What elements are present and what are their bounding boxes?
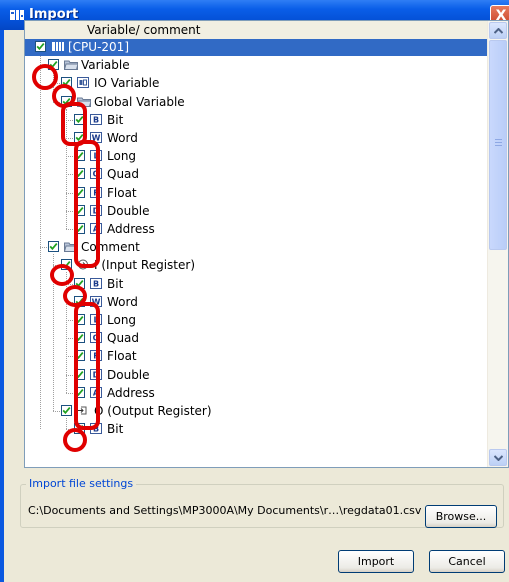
node-label: Double xyxy=(107,204,150,218)
io-variable-icon xyxy=(77,77,89,88)
tree-node-2[interactable]: IO Variable xyxy=(25,75,425,92)
node-label: [CPU-201] xyxy=(68,40,129,54)
node-label: Bit xyxy=(107,277,124,291)
node-checkbox[interactable] xyxy=(35,41,46,52)
node-label: Bit xyxy=(107,422,124,436)
import-dialog: Import X Variable/ comment [CPU-201] Vari… xyxy=(0,0,509,582)
node-label: Word xyxy=(107,131,138,145)
annotation-circle-cpu xyxy=(32,64,58,90)
node-label: Word xyxy=(107,295,138,309)
node-label: Long xyxy=(107,149,137,163)
node-label: Float xyxy=(107,349,137,363)
scroll-up-button[interactable] xyxy=(489,22,507,39)
column-header-label: Variable/ comment xyxy=(87,23,201,37)
annotation-box-input-types xyxy=(74,302,100,430)
node-label: O (Output Register) xyxy=(94,404,212,418)
chevron-down-icon xyxy=(494,455,503,461)
node-label: Long xyxy=(107,313,137,327)
svg-text:B: B xyxy=(93,280,99,289)
scroll-thumb[interactable] xyxy=(489,40,507,250)
browse-button[interactable]: Browse... xyxy=(425,505,497,528)
annotation-circle-output-register xyxy=(63,428,87,452)
node-checkbox[interactable] xyxy=(61,405,72,416)
type-b-icon: B xyxy=(90,278,102,289)
node-label: Double xyxy=(107,368,150,382)
scroll-down-button[interactable] xyxy=(489,449,507,466)
node-label: Variable xyxy=(81,58,130,72)
node-label: Quad xyxy=(107,167,140,181)
node-label: Address xyxy=(107,386,155,400)
tree-column-header[interactable]: Variable/ comment xyxy=(25,21,487,40)
chevron-up-icon xyxy=(494,28,503,34)
file-path-text: C:\Documents and Settings\MP3000A\My Doc… xyxy=(28,504,422,517)
vertical-scrollbar[interactable] xyxy=(487,21,508,467)
node-label: Float xyxy=(107,186,137,200)
svg-text:B: B xyxy=(93,116,99,125)
node-checkbox[interactable] xyxy=(48,241,59,252)
app-icon xyxy=(10,10,24,20)
folder-icon xyxy=(63,59,79,70)
node-label: I (Input Register) xyxy=(94,258,196,272)
node-label: Bit xyxy=(107,113,124,127)
node-label: Address xyxy=(107,222,155,236)
node-label: Quad xyxy=(107,331,140,345)
cancel-button[interactable]: Cancel xyxy=(429,550,505,573)
tree-node-0[interactable]: [CPU-201] xyxy=(25,39,487,56)
import-file-settings-legend: Import file settings xyxy=(26,477,137,490)
node-label: Global Variable xyxy=(94,95,185,109)
node-label: IO Variable xyxy=(94,76,160,90)
import-button[interactable]: Import xyxy=(338,550,414,573)
annotation-box-global-types xyxy=(74,140,100,268)
cpu-icon xyxy=(51,41,64,52)
type-b-icon: B xyxy=(90,114,102,125)
annotation-circle-comment xyxy=(50,264,74,286)
tree-node-1[interactable]: Variable xyxy=(25,57,425,74)
